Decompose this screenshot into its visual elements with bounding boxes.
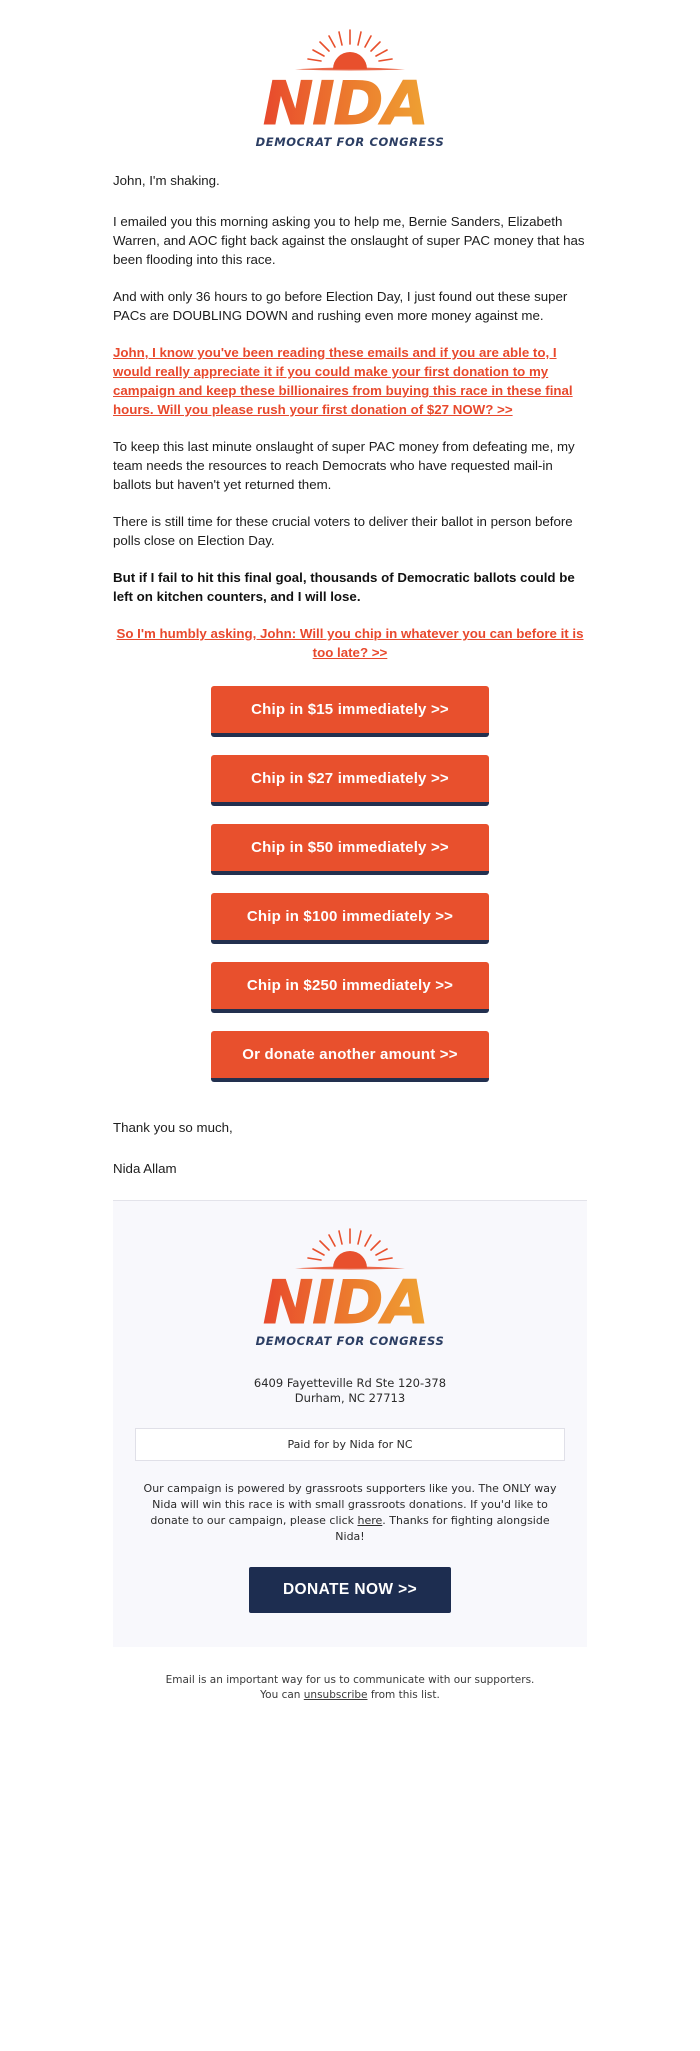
svg-text:NIDA: NIDA xyxy=(263,1269,428,1331)
sunburst-icon xyxy=(295,29,405,71)
address-line-1: 6409 Fayetteville Rd Ste 120-378 xyxy=(253,1376,447,1390)
greeting-paragraph: John, I'm shaking. xyxy=(113,173,220,188)
donate-button-50[interactable]: Chip in $50 immediately >> xyxy=(211,824,489,875)
donate-button-250[interactable]: Chip in $250 immediately >> xyxy=(211,962,489,1013)
donation-button-stack: Chip in $15 immediately >> Chip in $27 i… xyxy=(113,680,587,1082)
footer-sunburst-icon xyxy=(295,1228,405,1270)
footer-disclaimer: Our campaign is powered by grassroots su… xyxy=(141,1481,559,1545)
header-logo-block: NIDA DEMOCRAT FOR CONGRESS xyxy=(0,0,700,151)
unsubscribe-link[interactable]: unsubscribe xyxy=(304,1689,368,1701)
donate-button-100[interactable]: Chip in $100 immediately >> xyxy=(211,893,489,944)
svg-text:NIDA: NIDA xyxy=(263,70,428,132)
email-footer: NIDA DEMOCRAT FOR CONGRESS 6409 Fayettev… xyxy=(113,1200,587,1647)
closing-block: Thank you so much, Nida Allam xyxy=(113,1100,587,1178)
address-line-2: Durham, NC 27713 xyxy=(294,1391,406,1405)
email-page: NIDA DEMOCRAT FOR CONGRESS John, I'm sha… xyxy=(0,0,700,1727)
donate-button-27[interactable]: Chip in $27 immediately >> xyxy=(211,755,489,806)
paid-for-disclosure: Paid for by Nida for NC xyxy=(135,1428,565,1461)
nida-logo[interactable]: NIDA DEMOCRAT FOR CONGRESS xyxy=(255,28,445,149)
footer-address: 6409 Fayetteville Rd Ste 120-378 Durham,… xyxy=(135,1376,565,1406)
unsubscribe-line-1: Email is an important way for us to comm… xyxy=(165,1674,535,1686)
donate-button-15[interactable]: Chip in $15 immediately >> xyxy=(211,686,489,737)
paragraph-1: I emailed you this morning asking you to… xyxy=(113,214,585,267)
paragraph-2: And with only 36 hours to go before Elec… xyxy=(113,289,568,323)
unsubscribe-text-before: You can xyxy=(260,1689,304,1701)
unsubscribe-text-after: from this list. xyxy=(367,1689,440,1701)
disclaimer-here-link[interactable]: here xyxy=(357,1514,382,1527)
unsubscribe-line-2: You can unsubscribe from this list. xyxy=(113,1688,587,1703)
paragraph-4: There is still time for these crucial vo… xyxy=(113,514,573,548)
footer-logo[interactable]: NIDA DEMOCRAT FOR CONGRESS xyxy=(255,1227,445,1348)
paragraph-3: To keep this last minute onslaught of su… xyxy=(113,439,575,492)
donation-link-secondary[interactable]: So I'm humbly asking, John: Will you chi… xyxy=(113,624,587,662)
email-body: John, I'm shaking. I emailed you this mo… xyxy=(113,151,587,662)
footer-logo-tagline: DEMOCRAT FOR CONGRESS xyxy=(255,1334,445,1348)
donation-link-primary[interactable]: John, I know you've been reading these e… xyxy=(113,343,587,419)
nida-wordmark: NIDA xyxy=(263,70,430,132)
logo-tagline: DEMOCRAT FOR CONGRESS xyxy=(255,135,445,149)
signoff-text: Thank you so much, xyxy=(113,1120,233,1135)
unsubscribe-block: Email is an important way for us to comm… xyxy=(113,1647,587,1727)
donate-now-button[interactable]: DONATE NOW >> xyxy=(248,1567,452,1613)
donate-button-other[interactable]: Or donate another amount >> xyxy=(211,1031,489,1082)
paragraph-bold-warning: But if I fail to hit this final goal, th… xyxy=(113,570,575,604)
signature-text: Nida Allam xyxy=(113,1161,177,1176)
footer-nida-wordmark: NIDA xyxy=(263,1269,430,1331)
